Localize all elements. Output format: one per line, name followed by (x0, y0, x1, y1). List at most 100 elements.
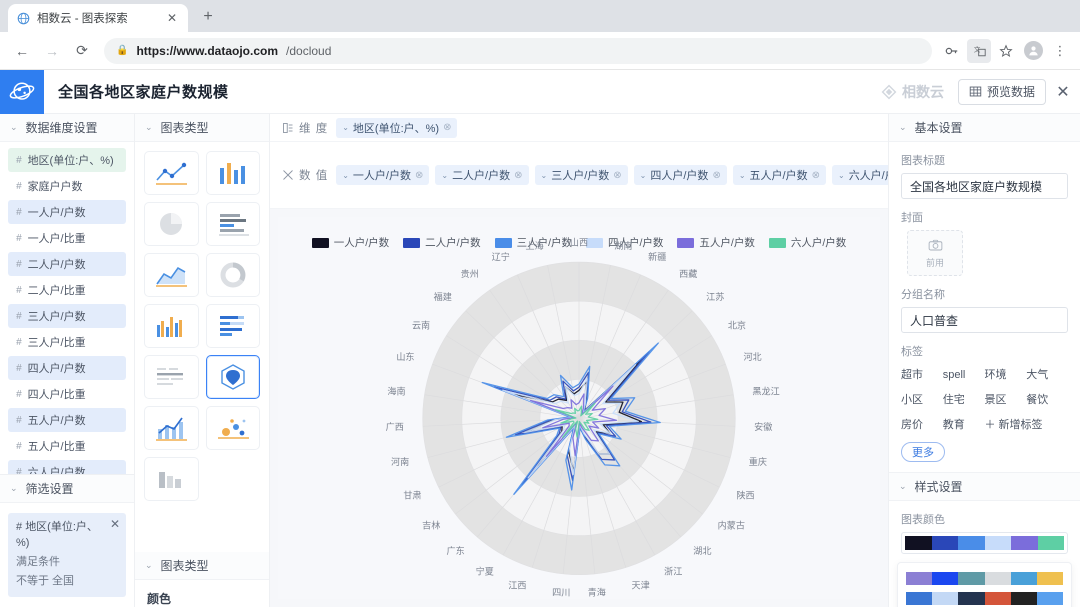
close-icon[interactable]: ✕ (164, 10, 180, 26)
app-root: 全国各地区家庭户数规模 相数云 预览数据 ✕ ⌄ 数据维度设置 # 地区(单位:户… (0, 70, 1080, 607)
tag-item[interactable]: spell (943, 364, 985, 386)
close-icon[interactable]: ⊗ (613, 170, 621, 181)
field-list[interactable]: # 地区(单位:户、%) # 家庭户户数 # 一人户/户数 # 一人户/比重 # 二人户/户数 # 二… (0, 142, 134, 475)
palette-option[interactable] (906, 592, 1064, 605)
table-chart-icon[interactable] (144, 355, 199, 399)
area-chart-icon[interactable] (144, 253, 199, 297)
pill-label: 三人户/户数 (551, 170, 610, 182)
radar-axis-label: 上海 (525, 240, 543, 251)
cover-upload-button[interactable]: 前用 (907, 230, 963, 276)
measure-pills[interactable]: ⌄ 一人户/户数 ⊗ ⌄ 二人户/户数 ⊗ ⌄ 三人户/户数 ⊗ ⌄ 四人户/户数 ⊗ ⌄ 五人户/户数 ⊗… (336, 165, 888, 185)
tag-item[interactable]: 房价 (901, 414, 943, 436)
basic-settings-header[interactable]: ⌄ 基本设置 (889, 114, 1080, 142)
back-arrow-icon[interactable]: ← (8, 37, 36, 65)
waterfall-chart-icon[interactable] (144, 457, 199, 501)
encoding-pill[interactable]: ⌄ 三人户/户数 ⊗ (534, 165, 628, 185)
bubble-chart-icon[interactable] (205, 406, 260, 450)
column-chart-icon[interactable] (205, 151, 260, 195)
field-item[interactable]: # 一人户/户数 (8, 200, 126, 224)
tag-list[interactable]: 超市 spell 环境 大气小区 住宅 景区 餐饮房价 教育＋ 新增标签 (901, 364, 1068, 436)
forward-arrow-icon[interactable]: → (38, 37, 66, 65)
group-name-label: 分组名称 (901, 289, 945, 301)
line-scatter-chart-icon[interactable] (144, 151, 199, 195)
close-icon[interactable]: ⊗ (514, 170, 522, 181)
tag-item[interactable]: 大气 (1026, 364, 1068, 386)
radar-axis-label: 重庆 (749, 456, 767, 467)
more-tags-button[interactable]: 更多 (901, 442, 945, 462)
add-tag-button[interactable]: ＋ 新增标签 (985, 414, 1069, 436)
grouped-column-chart-icon[interactable] (144, 304, 199, 348)
hash-icon: # (16, 180, 22, 192)
filter-section-header[interactable]: ⌄ 筛选设置 (0, 475, 134, 504)
filter-card[interactable]: ✕ # 地区(单位:户、%) 满足条件 不等于 全国 (8, 513, 126, 597)
field-label: 一人户/比重 (27, 233, 86, 245)
donut-chart-icon[interactable] (205, 253, 260, 297)
encoding-pill[interactable]: ⌄ 地区(单位:户、%) ⊗ (336, 117, 458, 138)
field-item[interactable]: # 一人户/比重 (8, 226, 126, 250)
palette-options-popup[interactable] (897, 562, 1072, 607)
encoding-pill[interactable]: ⌄六人户/户数⊗ (831, 165, 888, 185)
tag-item[interactable]: 超市 (901, 364, 943, 386)
chart-type-section-title-2: 图表类型 (160, 559, 209, 573)
field-item[interactable]: # 四人户/比重 (8, 382, 126, 406)
profile-avatar-icon[interactable] (1021, 39, 1045, 63)
close-icon[interactable]: ✕ (1046, 82, 1080, 102)
key-icon[interactable] (940, 39, 964, 63)
bar-chart-icon[interactable] (205, 202, 260, 246)
field-item[interactable]: # 三人户/比重 (8, 330, 126, 354)
close-icon[interactable]: ⊗ (443, 122, 451, 133)
field-item[interactable]: # 地区(单位:户、%) (8, 148, 126, 172)
radar-axis-label: 四川 (552, 587, 570, 597)
tag-item[interactable]: 教育 (943, 414, 985, 436)
tag-item[interactable]: 环境 (985, 364, 1027, 386)
field-label: 二人户/比重 (27, 285, 86, 297)
chevron-down-icon: ⌄ (10, 122, 18, 132)
encoding-pill[interactable]: ⌄ 五人户/户数 ⊗ (732, 165, 826, 185)
filter-section: ⌄ 筛选设置 ✕ # 地区(单位:户、%) 满足条件 不等于 全国 (0, 474, 134, 607)
combo-chart-icon[interactable] (144, 406, 199, 450)
close-icon[interactable]: ✕ (110, 518, 120, 530)
style-settings-header[interactable]: ⌄ 样式设置 (889, 473, 1080, 501)
kebab-menu-icon[interactable]: ⋮ (1048, 39, 1072, 63)
chart-type-section-header-2[interactable]: ⌄ 图表类型 (135, 552, 269, 580)
close-icon[interactable]: ⊗ (415, 170, 423, 181)
hash-icon: # (16, 258, 22, 270)
chart-type-grid[interactable] (135, 142, 269, 552)
address-bar[interactable]: 🔒 https://www.dataojo.com/docloud (104, 37, 932, 64)
close-icon[interactable]: ⊗ (812, 170, 820, 181)
tag-item[interactable]: 住宅 (943, 389, 985, 411)
field-item[interactable]: # 家庭户户数 (8, 174, 126, 198)
chart-title-input[interactable]: 全国各地区家庭户数规模 (901, 173, 1068, 199)
browser-tab[interactable]: 相数云 - 图表探索 ✕ (8, 4, 188, 32)
preview-data-button[interactable]: 预览数据 (957, 78, 1046, 105)
tag-item[interactable]: 小区 (901, 389, 943, 411)
hash-icon: # (16, 466, 22, 475)
field-item[interactable]: # 五人户/比重 (8, 434, 126, 458)
dimension-pills[interactable]: ⌄ 地区(单位:户、%) ⊗ (336, 117, 458, 138)
group-name-input[interactable]: 人口普查 (901, 307, 1068, 333)
field-item[interactable]: # 三人户/户数 (8, 304, 126, 328)
field-item[interactable]: # 四人户/户数 (8, 356, 126, 380)
tag-item[interactable]: 餐饮 (1026, 389, 1068, 411)
stacked-bar-chart-icon[interactable] (205, 304, 260, 348)
fields-section-header[interactable]: ⌄ 数据维度设置 (0, 114, 134, 142)
reload-icon[interactable]: ⟳ (68, 37, 96, 65)
palette-option[interactable] (906, 572, 1064, 585)
radar-chart-icon[interactable] (205, 355, 260, 399)
translate-icon[interactable]: 文 (967, 38, 991, 63)
field-item[interactable]: # 五人户/户数 (8, 408, 126, 432)
close-icon[interactable]: ⊗ (712, 170, 720, 181)
field-item[interactable]: # 二人户/户数 (8, 252, 126, 276)
selected-palette-swatch[interactable] (901, 532, 1068, 554)
chart-color-label: 图表颜色 (901, 514, 945, 526)
tag-item[interactable]: 景区 (985, 389, 1027, 411)
encoding-pill[interactable]: ⌄ 一人户/户数 ⊗ (336, 165, 430, 185)
encoding-pill[interactable]: ⌄ 四人户/户数 ⊗ (633, 165, 727, 185)
field-item[interactable]: # 六人户/户数 (8, 460, 126, 475)
star-icon[interactable] (994, 39, 1018, 63)
field-item[interactable]: # 二人户/比重 (8, 278, 126, 302)
encoding-pill[interactable]: ⌄ 二人户/户数 ⊗ (435, 165, 529, 185)
pie-chart-icon[interactable] (144, 202, 199, 246)
new-tab-button[interactable]: + (194, 3, 222, 31)
chart-type-section-header[interactable]: ⌄ 图表类型 (135, 114, 269, 142)
